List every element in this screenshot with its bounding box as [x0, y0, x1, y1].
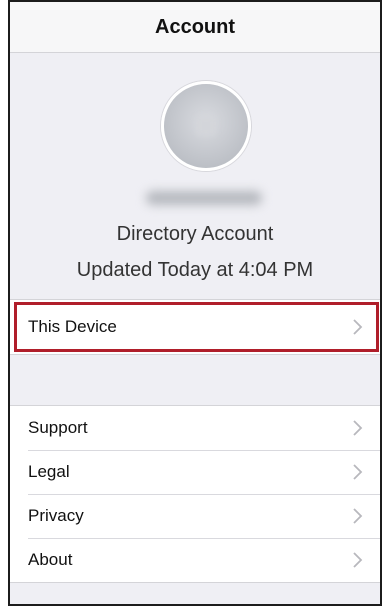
support-row[interactable]: Support: [10, 406, 380, 450]
chevron-right-icon: [353, 464, 363, 480]
chevron-right-icon: [353, 552, 363, 568]
privacy-label: Privacy: [28, 506, 84, 525]
chevron-right-icon: [353, 508, 363, 524]
navigation-bar: Account: [10, 2, 380, 53]
redacted-username: [146, 191, 262, 205]
chevron-right-icon: [353, 319, 363, 335]
support-label: Support: [28, 418, 88, 437]
app-screen: Account Directory Account Updated Today …: [8, 0, 382, 606]
privacy-row[interactable]: Privacy: [10, 494, 380, 538]
this-device-row[interactable]: This Device: [10, 299, 380, 355]
this-device-label: This Device: [28, 317, 117, 336]
legal-row[interactable]: Legal: [10, 450, 380, 494]
avatar-placeholder-icon: [196, 116, 216, 136]
chevron-right-icon: [353, 420, 363, 436]
settings-list: Support Legal Privacy About: [10, 405, 380, 583]
last-updated-label: Updated Today at 4:04 PM: [76, 259, 314, 281]
page-title: Account: [155, 15, 235, 38]
avatar: [161, 81, 251, 171]
about-label: About: [28, 550, 73, 569]
about-row[interactable]: About: [10, 538, 380, 582]
profile-header: Directory Account Updated Today at 4:04 …: [10, 53, 380, 299]
account-type-label: Directory Account: [116, 223, 274, 245]
legal-label: Legal: [28, 462, 70, 481]
